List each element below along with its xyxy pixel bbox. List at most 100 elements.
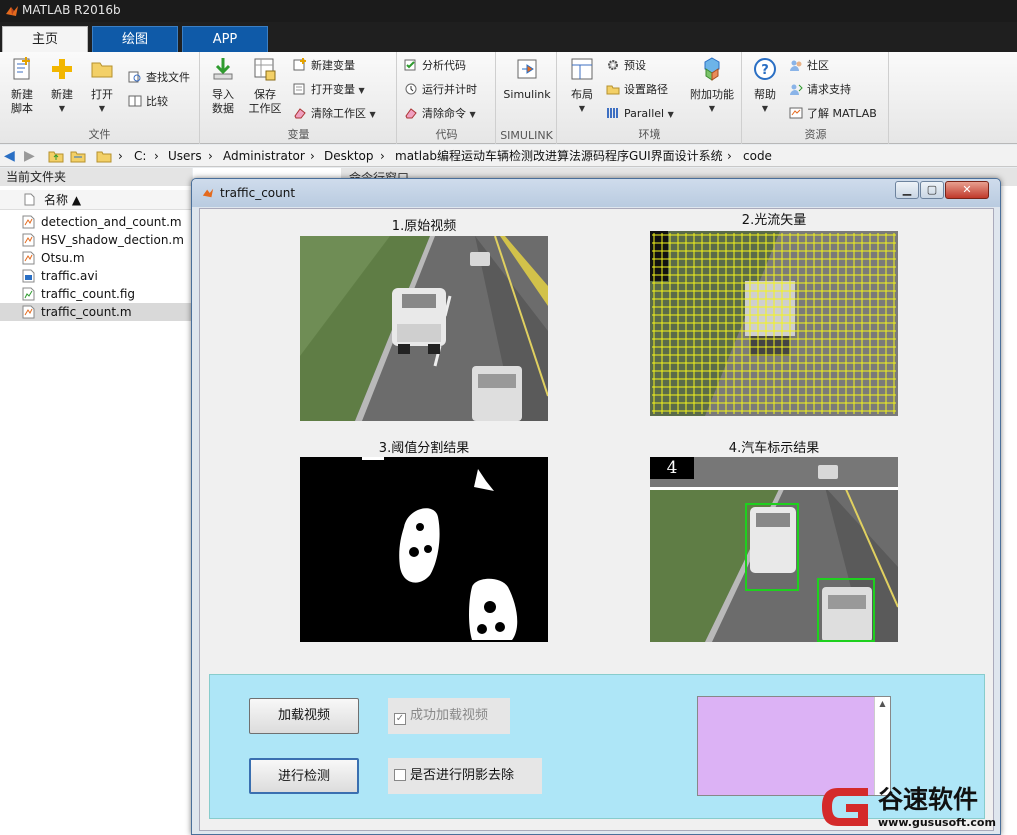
new-button[interactable]: 新建 ▼ — [42, 56, 82, 116]
load-success-label: 成功加载视频 — [410, 708, 489, 723]
import-icon — [213, 58, 233, 80]
scroll-up-icon[interactable]: ▲ — [875, 697, 890, 711]
original-video-axes — [300, 236, 548, 421]
compare-button[interactable]: 比较 — [128, 92, 168, 112]
browse-folder-icon[interactable] — [70, 149, 86, 163]
file-item-selected[interactable]: traffic_count.m — [0, 303, 192, 321]
layout-icon — [571, 58, 593, 80]
simulink-button[interactable]: Simulink — [501, 56, 553, 102]
preferences-label: 预设 — [624, 59, 646, 72]
set-path-label: 设置路径 — [624, 83, 668, 96]
run-time-icon — [405, 83, 417, 95]
gear-icon — [608, 60, 618, 70]
plus-icon — [52, 59, 72, 79]
code-section-label: 代码 — [435, 128, 458, 141]
layout-button[interactable]: 布局 ▼ — [562, 56, 602, 116]
analyze-code-button[interactable]: 分析代码 — [404, 56, 466, 76]
detect-button[interactable]: 进行检测 — [249, 758, 359, 794]
svg-text:?: ? — [761, 63, 769, 78]
import-data-label: 导入 数据 — [212, 88, 234, 115]
tab-home[interactable]: 主页 — [2, 26, 88, 52]
file-item[interactable]: detection_and_count.m — [0, 213, 192, 231]
find-files-icon — [128, 71, 141, 83]
addons-button[interactable]: 附加功能 ▼ — [688, 56, 736, 116]
new-script-button[interactable]: 新建 脚本 — [2, 56, 42, 116]
preferences-button[interactable]: 预设 — [606, 56, 646, 76]
learn-matlab-button[interactable]: 了解 MATLAB — [789, 104, 877, 124]
figure-title-bar[interactable]: traffic_count ▁ ▢ ✕ — [192, 179, 1000, 207]
breadcrumb-item[interactable]: Administrator — [223, 145, 305, 167]
community-button[interactable]: 社区 — [789, 56, 829, 76]
threshold-frame — [300, 457, 548, 642]
help-button[interactable]: ? 帮助 ▼ — [745, 56, 785, 116]
support-icon — [790, 84, 803, 95]
axes2-title: 2.光流矢量 — [741, 213, 807, 228]
up-folder-icon[interactable] — [48, 149, 64, 163]
load-video-button[interactable]: 加载视频 — [249, 698, 359, 734]
m-file-icon — [22, 251, 35, 265]
file-item[interactable]: traffic_count.fig — [0, 285, 192, 303]
compare-label: 比较 — [146, 95, 168, 108]
brand-url: www.gususoft.com — [878, 816, 996, 829]
new-script-label: 新建 脚本 — [11, 88, 33, 115]
current-folder-panel: 当前文件夹 名称 ▲ detection_and_count.m HSV_sha… — [0, 168, 192, 835]
breadcrumb-separator: › — [154, 149, 159, 163]
learn-matlab-icon — [789, 107, 803, 119]
maximize-button[interactable]: ▢ — [920, 181, 944, 199]
open-button[interactable]: 打开 ▼ — [82, 56, 122, 116]
chevron-down-icon: ▼ — [369, 110, 376, 119]
file-item[interactable]: traffic.avi — [0, 267, 192, 285]
clear-commands-button[interactable]: 清除命令 ▼ — [404, 104, 476, 124]
clear-workspace-button[interactable]: 清除工作区 ▼ — [293, 104, 376, 124]
load-success-checkbox[interactable]: ✓ 成功加载视频 — [388, 698, 510, 734]
find-files-button[interactable]: 查找文件 — [128, 68, 190, 88]
tab-apps[interactable]: APP — [182, 26, 268, 52]
watermark: 谷速软件 www.gususoft.com — [818, 778, 1017, 835]
breadcrumb-item[interactable]: C: — [134, 145, 146, 167]
analyze-code-label: 分析代码 — [422, 59, 466, 72]
help-label: 帮助 — [754, 88, 776, 101]
m-file-icon — [22, 215, 35, 229]
run-and-time-button[interactable]: 运行并计时 — [404, 80, 477, 100]
environment-section: 布局 ▼ 预设 设置路径 Parallel ▼ 附加功能 ▼ 环境 — [558, 52, 742, 144]
chevron-down-icon: ▼ — [358, 86, 365, 95]
breadcrumb-item[interactable]: code — [743, 145, 772, 167]
close-button[interactable]: ✕ — [945, 181, 989, 199]
analyze-code-icon — [404, 59, 416, 71]
breadcrumb-item[interactable]: Users — [168, 145, 202, 167]
file-item[interactable]: HSV_shadow_dection.m — [0, 231, 192, 249]
chevron-down-icon: ▼ — [469, 110, 476, 119]
file-item[interactable]: Otsu.m — [0, 249, 192, 267]
request-support-button[interactable]: 请求支持 — [789, 80, 851, 100]
chevron-down-icon: ▼ — [708, 104, 716, 113]
request-support-label: 请求支持 — [807, 83, 851, 96]
addons-label: 附加功能 — [690, 88, 734, 101]
clear-commands-label: 清除命令 — [422, 107, 466, 120]
new-variable-button[interactable]: 新建变量 — [293, 56, 355, 76]
forward-arrow-icon[interactable]: ▶ — [24, 145, 35, 167]
set-path-button[interactable]: 设置路径 — [606, 80, 668, 100]
close-icon: ✕ — [962, 183, 972, 196]
parallel-button[interactable]: Parallel ▼ — [606, 104, 674, 124]
vehicle-count: 4 — [666, 458, 678, 478]
environment-section-label: 环境 — [638, 128, 661, 141]
import-data-button[interactable]: 导入 数据 — [203, 56, 243, 116]
breadcrumb-item[interactable]: matlab编程运动车辆检测改进算法源码程序GUI界面设计系统 — [395, 145, 723, 167]
open-variable-button[interactable]: 打开变量 ▼ — [293, 80, 365, 100]
breadcrumb-item[interactable]: Desktop — [324, 145, 374, 167]
m-file-icon — [22, 305, 35, 319]
eraser-icon — [405, 108, 417, 119]
parallel-label: Parallel — [624, 107, 665, 120]
ribbon-tabs: 主页 绘图 APP — [0, 22, 1017, 52]
run-and-time-label: 运行并计时 — [422, 83, 477, 96]
shadow-removal-checkbox[interactable]: 是否进行阴影去除 — [388, 758, 542, 794]
file-column-header[interactable]: 名称 ▲ — [0, 190, 192, 210]
file-name: traffic_count.m — [41, 305, 132, 319]
tab-plots[interactable]: 绘图 — [92, 26, 178, 52]
new-variable-label: 新建变量 — [311, 59, 355, 72]
detection-frame — [650, 457, 898, 642]
save-workspace-button[interactable]: 保存 工作区 — [245, 56, 285, 116]
minimize-button[interactable]: ▁ — [895, 181, 919, 199]
new-script-icon — [13, 57, 30, 80]
back-arrow-icon[interactable]: ◀ — [4, 145, 15, 167]
